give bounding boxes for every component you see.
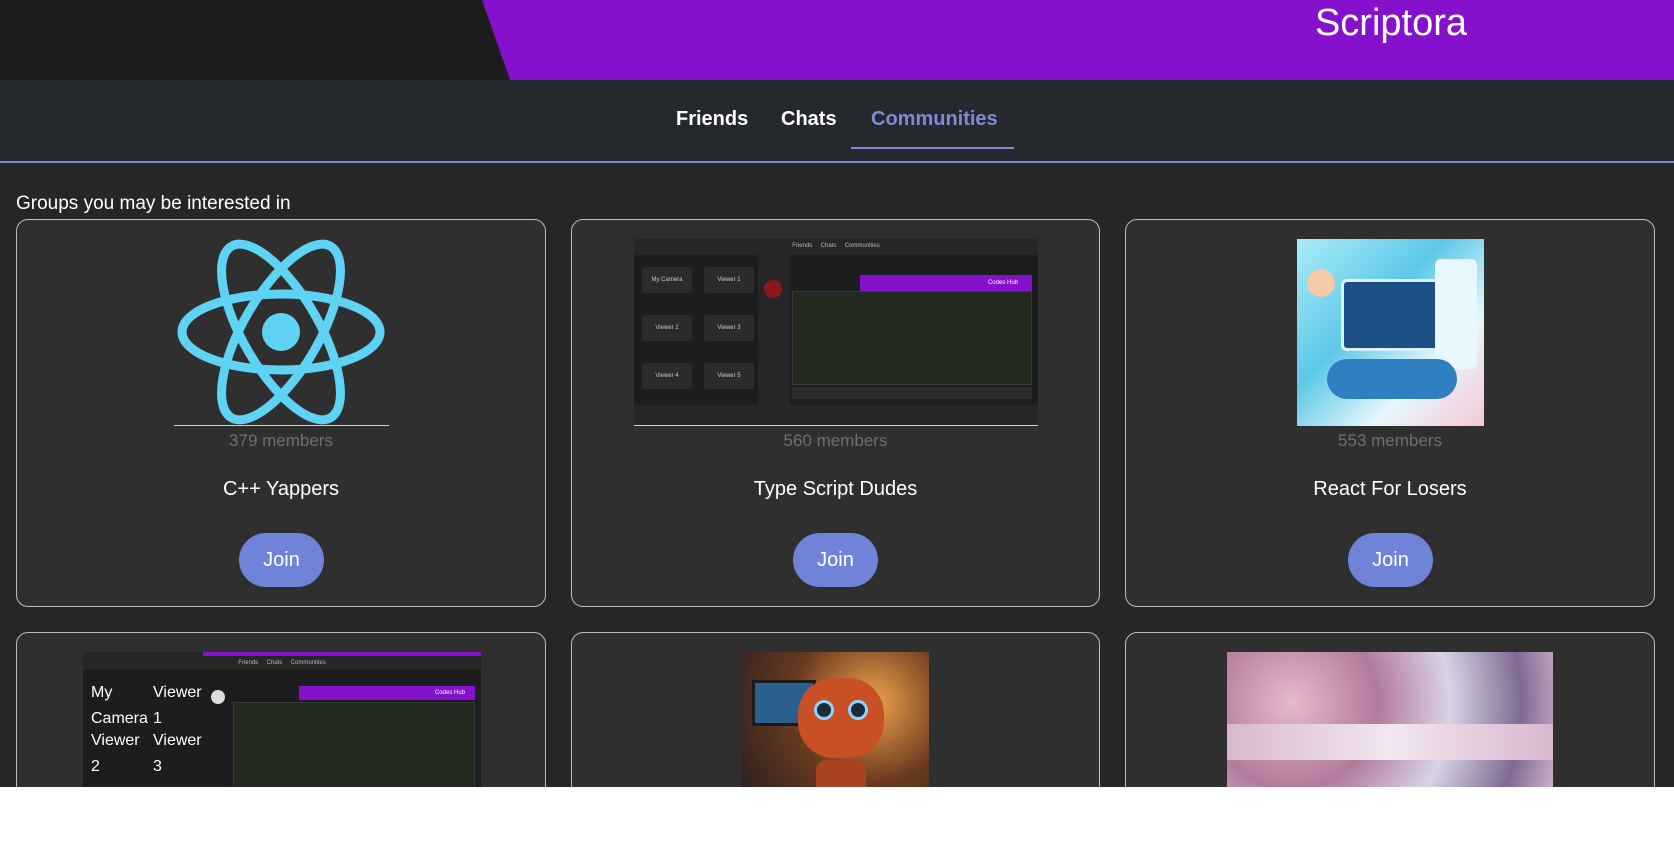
member-count: 560 members — [783, 431, 888, 450]
mini-tile: Viewer 2 — [91, 732, 140, 775]
mini-tile: My Camera — [91, 684, 148, 727]
image-divider — [634, 425, 1038, 426]
app-screenshot-image: Friends Chats Communities My Camera View… — [83, 652, 481, 787]
tab-bar: Friends Chats Communities — [0, 80, 1674, 163]
group-name: React For Losers — [1313, 478, 1467, 500]
active-tab-indicator — [851, 147, 1014, 149]
mini-tile: Viewer 5 — [704, 363, 754, 389]
mini-nav-friends: Friends — [238, 660, 259, 666]
illustration-person — [1307, 269, 1335, 297]
tab-friends[interactable]: Friends — [676, 108, 748, 131]
robot-body — [816, 760, 866, 787]
mini-nav-chats: Chats — [820, 243, 837, 249]
group-card: Friends Chats Communities My Camera View… — [16, 632, 546, 787]
mini-avatar — [764, 280, 782, 298]
mini-nav-chats: Chats — [266, 660, 283, 666]
robot-eye — [814, 700, 834, 720]
pattern-banner — [1227, 724, 1553, 760]
mini-nav-friends: Friends — [792, 243, 813, 249]
mini-tile: Viewer 1 — [153, 684, 202, 727]
group-card: 379 members C++ Yappers Join — [16, 219, 546, 607]
illustration-group — [1327, 359, 1457, 399]
app-root: Scriptora Friends Chats Communities Grou… — [0, 0, 1674, 787]
group-card: Friends Chats Communities My Camera View… — [571, 219, 1100, 607]
mini-tile: Viewer 4 — [642, 363, 692, 389]
mini-tile: Viewer 1 — [704, 267, 754, 293]
image-divider — [174, 425, 389, 426]
group-name: C++ Yappers — [222, 478, 339, 500]
brand-title: Scriptora — [1314, 2, 1467, 44]
join-button[interactable]: Join — [239, 533, 324, 587]
mini-nav-communities: Communities — [844, 243, 880, 249]
mini-banner: Codes Hub — [299, 686, 475, 700]
robot-image — [742, 652, 929, 787]
react-logo-image — [174, 239, 389, 426]
decorative-pattern-image — [1227, 652, 1553, 787]
mini-avatar — [211, 690, 225, 704]
member-count: 553 members — [1338, 431, 1442, 450]
illustration-screen — [1341, 279, 1441, 351]
top-header: Scriptora — [0, 0, 1674, 80]
group-name: Type Script Dudes — [753, 478, 918, 500]
mini-terminal — [792, 387, 1032, 399]
mini-banner: Codes Hub — [860, 275, 1032, 291]
mini-tile: Viewer 3 — [704, 315, 754, 341]
tab-chats[interactable]: Chats — [781, 108, 837, 131]
group-card — [571, 632, 1100, 787]
mini-editor — [233, 702, 475, 787]
section-title: Groups you may be interested in — [16, 193, 291, 214]
illustration-phone — [1435, 259, 1477, 369]
mini-nav-communities: Communities — [290, 660, 326, 666]
group-card: 553 members React For Losers Join — [1125, 219, 1655, 607]
app-screenshot-image: Friends Chats Communities My Camera View… — [634, 239, 1038, 425]
coding-illustration-image — [1297, 239, 1484, 426]
mini-editor — [792, 291, 1032, 385]
robot-head — [798, 678, 884, 758]
join-button[interactable]: Join — [1348, 533, 1433, 587]
tab-communities[interactable]: Communities — [871, 108, 998, 131]
join-button[interactable]: Join — [793, 533, 878, 587]
group-card — [1125, 632, 1655, 787]
member-count: 379 members — [229, 431, 333, 450]
mini-tile: Viewer 2 — [642, 315, 692, 341]
mini-tile: Viewer 3 — [153, 732, 202, 775]
robot-eye — [848, 700, 868, 720]
mini-tile: My Camera — [642, 267, 692, 293]
mini-sidebar — [758, 255, 790, 405]
